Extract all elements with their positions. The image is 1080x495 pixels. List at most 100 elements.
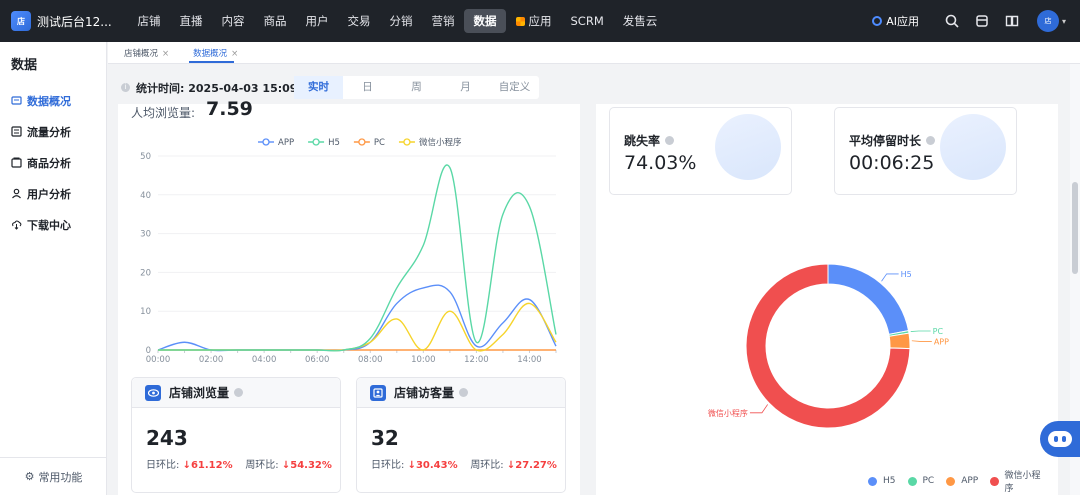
x-tick-label: 10:00 xyxy=(411,355,436,365)
sidebar-item-0[interactable]: 数据概况 xyxy=(0,85,106,116)
search-icon[interactable] xyxy=(945,14,959,28)
donut-legend-item[interactable]: H5 xyxy=(868,476,896,486)
common-functions-button[interactable]: ⚙ 常用功能 xyxy=(0,457,107,495)
stat-time-label: 统计时间: 2025-04-03 15:09:27 xyxy=(136,82,318,95)
visitor-icon xyxy=(370,384,386,401)
sidebar-title: 数据 xyxy=(11,58,38,73)
sidebar-item-1[interactable]: 流量分析 xyxy=(0,116,106,147)
apps-icon xyxy=(515,17,525,26)
close-icon[interactable]: × xyxy=(231,49,238,59)
y-tick-label: 30 xyxy=(140,230,151,240)
nav-item-1[interactable]: 直播 xyxy=(170,9,212,33)
time-segment-2[interactable]: 周 xyxy=(392,76,441,99)
nav-item-10[interactable]: SCRM xyxy=(561,9,613,33)
help-icon[interactable] xyxy=(234,388,244,397)
store-views-value: 243 xyxy=(146,426,188,450)
donut-label-line xyxy=(749,404,769,414)
nav-item-7[interactable]: 营销 xyxy=(422,9,464,33)
y-tick-label: 40 xyxy=(140,191,151,201)
nav-item-0[interactable]: 店铺 xyxy=(128,9,170,33)
nav-item-9[interactable]: 应用 xyxy=(506,9,561,33)
x-tick-label: 06:00 xyxy=(305,355,330,365)
close-icon[interactable]: × xyxy=(162,49,169,59)
sidebar-item-3[interactable]: 用户分析 xyxy=(0,178,106,209)
x-tick-label: 14:00 xyxy=(517,355,542,365)
y-tick-label: 20 xyxy=(140,268,151,278)
time-segment-3[interactable]: 月 xyxy=(441,76,490,99)
sidebar-item-2[interactable]: 商品分析 xyxy=(0,147,106,178)
common-functions-label: 常用功能 xyxy=(38,470,83,484)
legend-marker xyxy=(358,138,366,146)
legend-dot xyxy=(907,476,917,486)
x-tick-label: 08:00 xyxy=(358,355,383,365)
top-right-tools: AI应用 店 ▾ xyxy=(872,0,1066,42)
x-tick-label: 04:00 xyxy=(252,355,277,365)
nav-item-8[interactable]: 数据 xyxy=(464,9,506,33)
donut-label-line xyxy=(910,330,931,332)
day-compare-value: ↓30.43% xyxy=(407,460,458,471)
tab-label: 店铺概况 xyxy=(124,49,159,59)
main-nav: 店铺 直播 内容 商品 用户 交易 分销 营销 数据 应用 SCRM 发售云 xyxy=(128,9,667,33)
donut-label: APP xyxy=(934,337,949,346)
store-views-compare: 日环比: ↓61.12% 周环比: ↓54.32% xyxy=(146,456,332,471)
traffic-icon xyxy=(11,126,22,137)
chevron-down-icon[interactable]: ▾ xyxy=(1062,17,1066,26)
help-icon[interactable] xyxy=(459,388,469,397)
time-segment-4[interactable]: 自定义 xyxy=(490,76,539,99)
legend-marker xyxy=(403,138,411,146)
legend-label: APP xyxy=(961,476,979,486)
gear-icon: ⚙ xyxy=(24,470,35,483)
nav-item-label: 店铺 xyxy=(137,14,161,28)
assistant-bot-button[interactable] xyxy=(1040,421,1080,457)
brand[interactable]: 店 测试后台12... xyxy=(0,11,120,31)
time-segment-0[interactable]: 实时 xyxy=(294,76,343,99)
x-tick-label: 02:00 xyxy=(199,355,224,365)
donut-label: PC xyxy=(933,327,944,336)
goods-icon xyxy=(11,157,22,168)
nav-item-2[interactable]: 内容 xyxy=(212,9,254,33)
sidebar-item-label: 数据概况 xyxy=(27,94,71,108)
nav-item-3[interactable]: 商品 xyxy=(254,9,296,33)
legend-dot xyxy=(868,476,877,486)
book-icon[interactable] xyxy=(1005,14,1019,28)
series-line-微信小程序 xyxy=(157,302,557,352)
week-compare-value: ↓27.27% xyxy=(506,460,557,471)
donut-legend-item[interactable]: APP xyxy=(946,476,978,486)
source-panel: 跳失率 74.03% 平均停留时长 00:06:25 H5 PC APP 微信小程序 … xyxy=(596,104,1058,495)
nav-item-6[interactable]: 分销 xyxy=(380,9,422,33)
download-icon xyxy=(12,220,22,230)
tab-0[interactable]: 店铺概况 × xyxy=(116,47,177,63)
source-donut-chart: H5 PCAPP 微信小程序 xyxy=(708,263,949,429)
donut-legend-item[interactable]: 微信小程序 xyxy=(990,468,1046,494)
nav-item-label: 商品 xyxy=(263,14,287,28)
donut-label-line xyxy=(911,340,932,342)
nav-item-label: 直播 xyxy=(179,14,203,28)
store-icon[interactable] xyxy=(975,14,989,28)
tab-label: 数据概况 xyxy=(193,49,228,59)
nav-item-label: 应用 xyxy=(528,14,552,28)
nav-item-5[interactable]: 交易 xyxy=(338,9,380,33)
donut-legend-item[interactable]: PC xyxy=(907,476,934,486)
store-visitors-compare: 日环比: ↓30.43% 周环比: ↓27.27% xyxy=(371,456,557,471)
overview-icon xyxy=(11,96,22,105)
sidebar-item-label: 流量分析 xyxy=(27,125,71,139)
info-icon: i xyxy=(121,83,130,92)
tab-1[interactable]: 数据概况 × xyxy=(185,47,246,63)
legend-marker xyxy=(262,138,270,146)
legend-label: H5 xyxy=(328,138,340,148)
y-tick-label: 10 xyxy=(140,307,151,317)
store-name: 测试后台12... xyxy=(37,14,112,29)
nav-item-11[interactable]: 发售云 xyxy=(613,9,667,33)
x-tick-label: 12:00 xyxy=(464,355,489,365)
sidebar-item-4[interactable]: 下载中心 xyxy=(0,209,106,240)
time-segment-1[interactable]: 日 xyxy=(343,76,392,99)
legend-marker xyxy=(312,138,320,146)
ai-app-button[interactable]: AI应用 xyxy=(872,13,919,29)
nav-item-4[interactable]: 用户 xyxy=(296,9,338,33)
series-line-H5 xyxy=(157,164,557,352)
legend-label: 微信小程序 xyxy=(1004,471,1041,494)
store-visitors-title: 店铺访客量 xyxy=(394,386,455,400)
avatar[interactable]: 店 xyxy=(1036,10,1059,32)
page-tabs: 店铺概况 × 数据概况 × xyxy=(108,42,1080,64)
scroll-thumb[interactable] xyxy=(1072,182,1078,274)
